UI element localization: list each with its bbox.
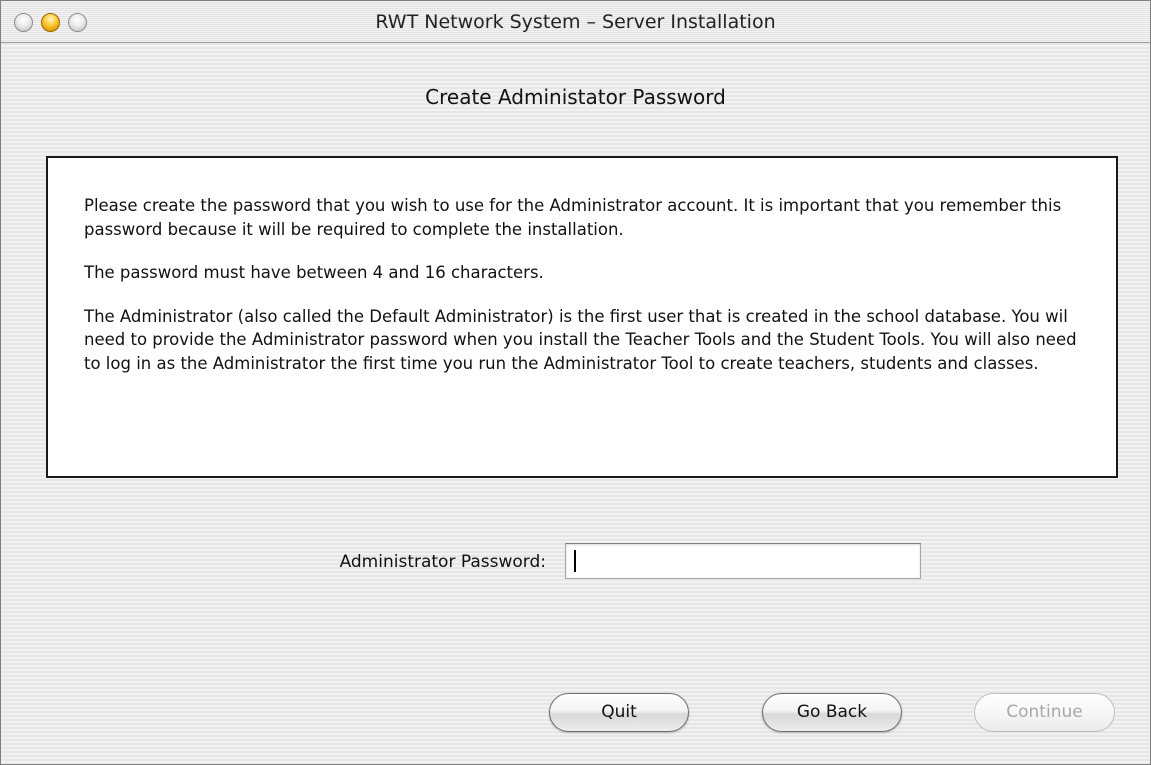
page-title: Create Administator Password [425,85,726,109]
password-label: Administrator Password: [339,552,546,572]
password-input[interactable] [565,543,921,579]
instructions-box: Please create the password that you wish… [46,156,1118,478]
text-cursor [574,550,576,572]
title-bar[interactable]: RWT Network System – Server Installation [1,1,1150,43]
instructions-paragraph: Please create the password that you wish… [84,196,1062,239]
quit-button[interactable]: Quit [549,693,689,732]
continue-button[interactable]: Continue [974,693,1115,732]
window-title: RWT Network System – Server Installation [375,11,776,33]
instructions-paragraph: The Administrator (also called the Defau… [84,306,1077,373]
instructions-paragraph: The password must have between 4 and 16 … [84,263,544,282]
installer-window: RWT Network System – Server Installation… [0,0,1151,765]
go-back-button[interactable]: Go Back [762,693,902,732]
